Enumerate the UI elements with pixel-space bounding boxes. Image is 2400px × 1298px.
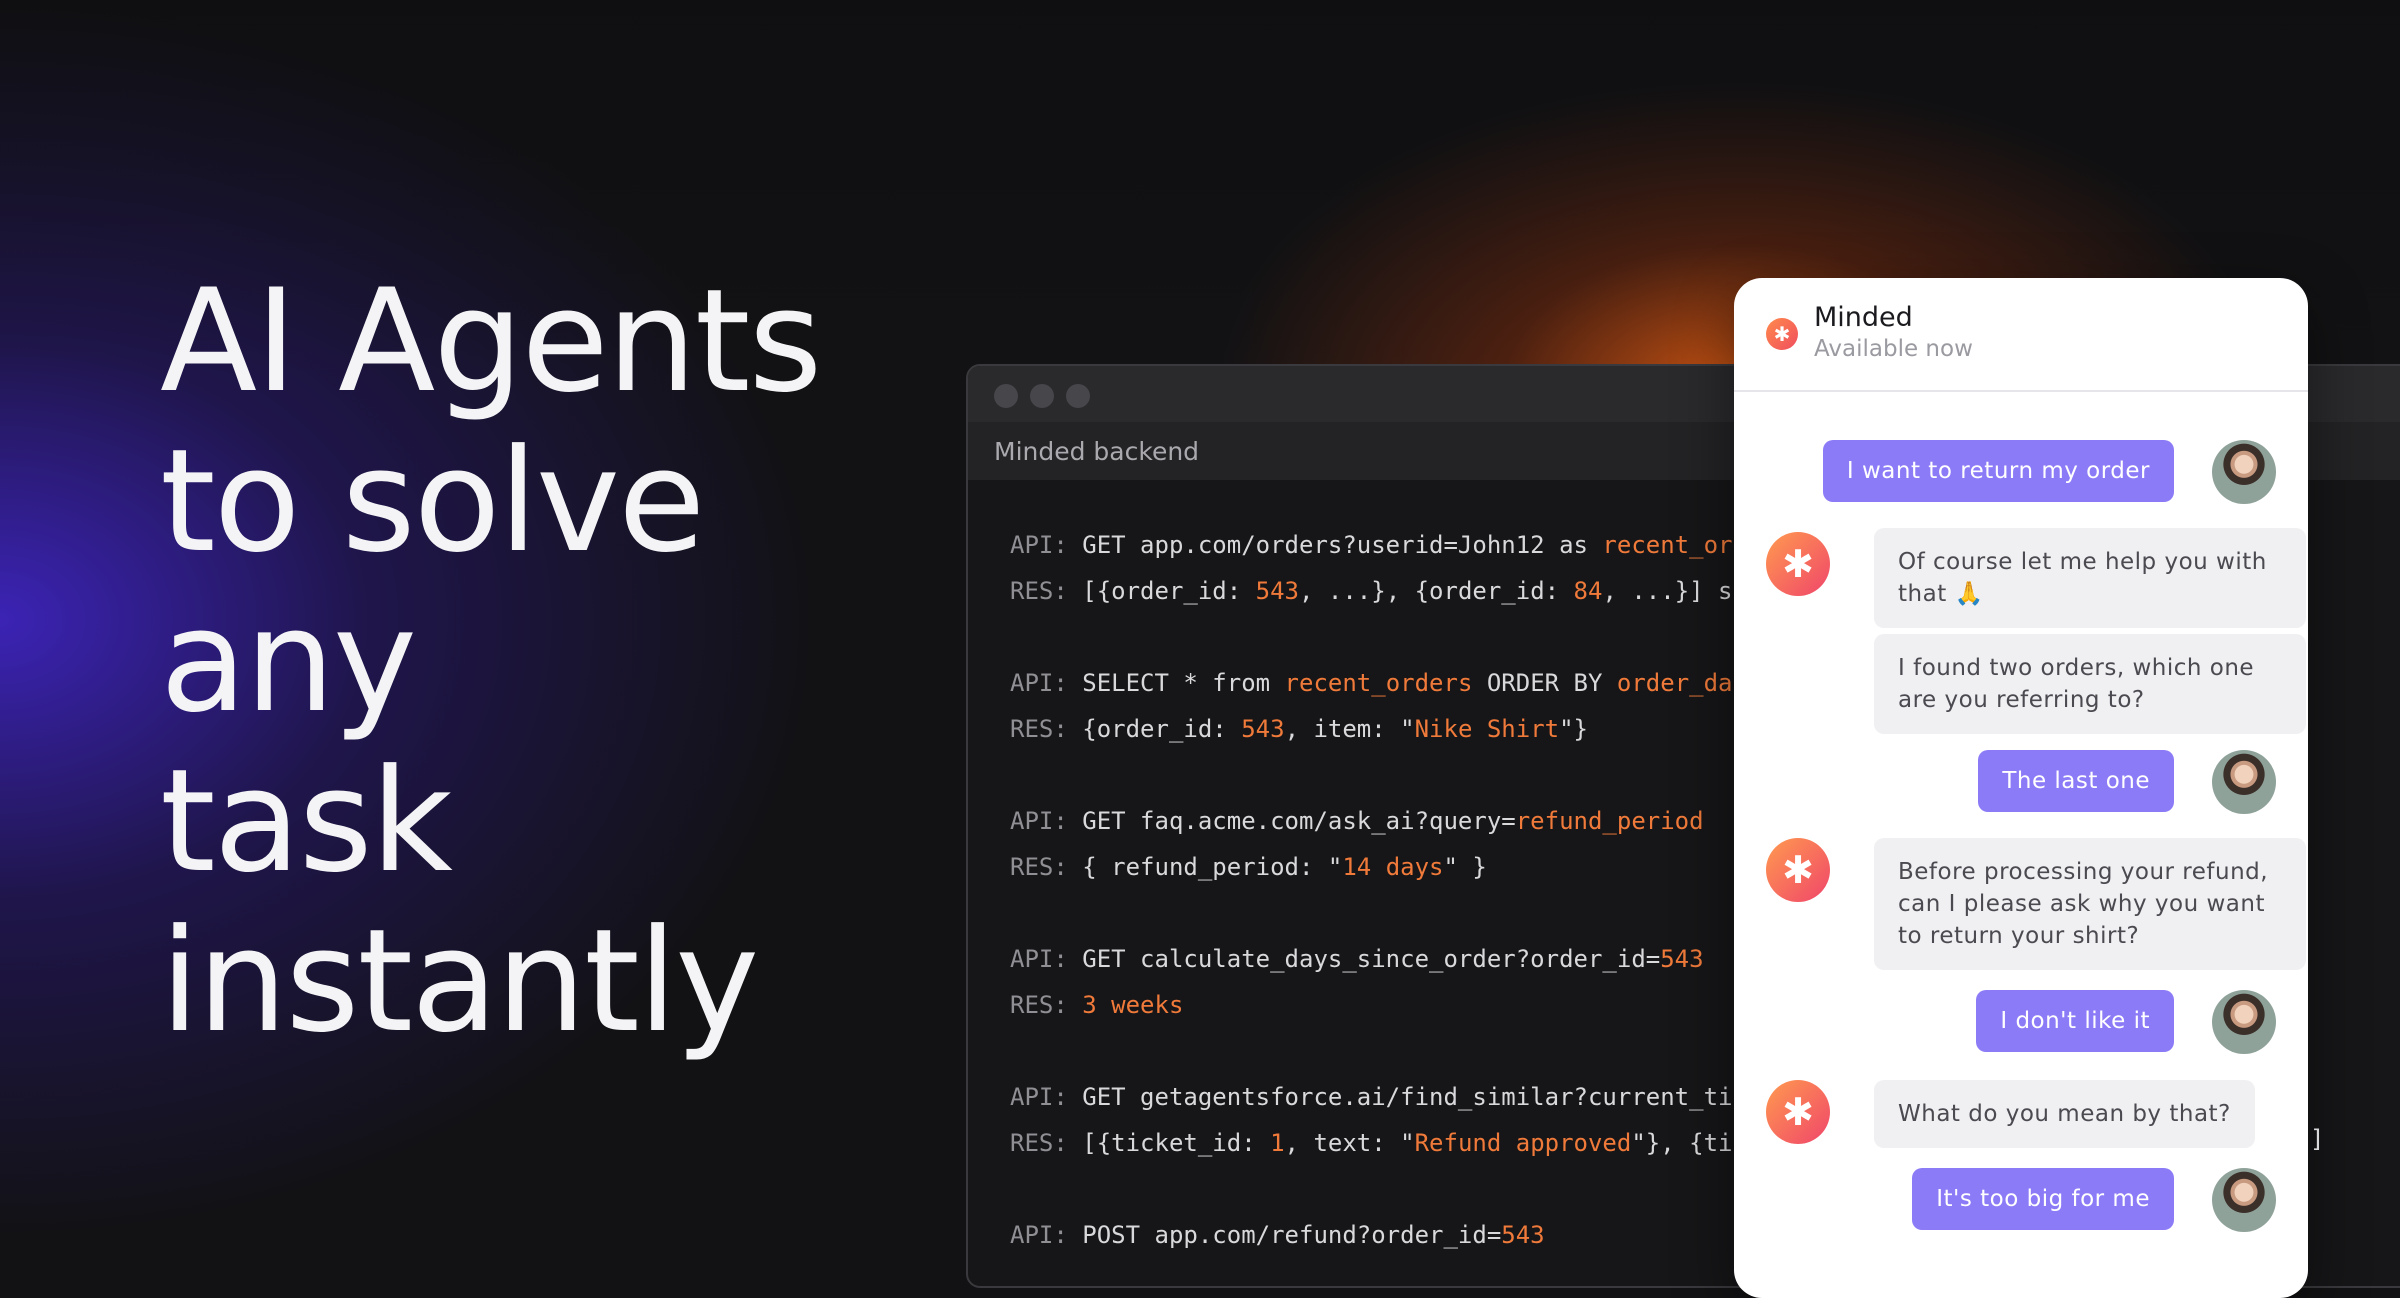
code-text: , ...}] sa — [1602, 577, 1747, 605]
code-highlight: 14 days — [1342, 853, 1444, 881]
code-text: , ...}, {order_id: — [1299, 577, 1574, 605]
code-line: API: POST app.com/refund?order_id=543 — [1010, 1212, 1545, 1258]
bot-message: What do you mean by that? — [1874, 1080, 2255, 1148]
code-text: , item: " — [1284, 715, 1415, 743]
code-highlight: Nike Shirt — [1414, 715, 1560, 743]
terminal-title: Minded backend — [994, 436, 1200, 466]
chat-widget: ✱ Minded Available now I want to return … — [1734, 278, 2308, 1298]
code-prefix: RES: — [1010, 1129, 1083, 1157]
code-highlight: 3 weeks — [1082, 991, 1184, 1019]
code-prefix: API: — [1010, 807, 1083, 835]
code-text: GET app.com/orders?userid=John12 as — [1082, 531, 1603, 559]
code-prefix: RES: — [1010, 853, 1083, 881]
code-line: API: GET getagentsforce.ai/find_similar?… — [1010, 1074, 1790, 1120]
code-line: API: SELECT * from recent_orders ORDER B… — [1010, 660, 1761, 706]
code-text: "} — [1559, 715, 1589, 743]
headline: AI Agents to solve any task instantly — [160, 259, 822, 1064]
asterisk-logo-icon: ✱ — [1766, 318, 1798, 350]
user-message: I want to return my order — [1822, 440, 2174, 502]
code-text: { refund_period: " — [1082, 853, 1343, 881]
code-highlight: 1 — [1270, 1129, 1285, 1157]
code-line: API: GET app.com/orders?userid=John12 as… — [1010, 522, 1790, 568]
user-message: I don't like it — [1976, 990, 2174, 1052]
code-text: [{ticket_id: — [1082, 1129, 1271, 1157]
code-highlight: 84 — [1573, 577, 1603, 605]
user-message: The last one — [1978, 750, 2174, 812]
code-text: " } — [1443, 853, 1487, 881]
code-line: RES: [{ticket_id: 1, text: "Refund appro… — [1010, 1120, 1790, 1166]
minimize-window-dot-icon[interactable] — [1030, 384, 1054, 408]
headline-line: instantly — [160, 899, 759, 1064]
code-prefix: API: — [1010, 531, 1083, 559]
code-text: {order_id: — [1082, 715, 1242, 743]
bot-message: Before processing your refund, can I ple… — [1874, 838, 2306, 970]
code-highlight: 543 — [1255, 577, 1299, 605]
bot-avatar: ✱ — [1766, 532, 1830, 596]
code-prefix: API: — [1010, 1221, 1083, 1249]
code-highlight: 543 — [1501, 1221, 1545, 1249]
chat-agent-status: Available now — [1814, 336, 1973, 362]
chat-header: ✱ Minded Available now — [1734, 278, 2308, 392]
user-message: It's too big for me — [1912, 1168, 2174, 1230]
code-text: SELECT * from — [1082, 669, 1285, 697]
code-line: RES: { refund_period: "14 days" } — [1010, 844, 1487, 890]
code-prefix: RES: — [1010, 715, 1083, 743]
code-text: GET calculate_days_since_order?order_id= — [1082, 945, 1661, 973]
user-avatar — [2212, 440, 2276, 504]
chat-agent-name: Minded — [1814, 302, 1913, 333]
code-text: , text: " — [1284, 1129, 1415, 1157]
code-text: GET faq.acme.com/ask_ai?query= — [1082, 807, 1516, 835]
code-highlight: 543 — [1241, 715, 1285, 743]
headline-line: to solve — [160, 419, 705, 584]
code-line: RES: {order_id: 543, item: "Nike Shirt"} — [1010, 706, 1588, 752]
user-avatar — [2212, 750, 2276, 814]
bot-message: Of course let me help you with that 🙏 — [1874, 528, 2306, 628]
code-text: ORDER BY — [1472, 669, 1617, 697]
user-avatar — [2212, 1168, 2276, 1232]
headline-line: any — [160, 579, 417, 744]
headline-line: AI Agents — [160, 259, 822, 424]
bot-message: I found two orders, which one are you re… — [1874, 634, 2306, 734]
terminal-trailing-bracket: ] — [2310, 1125, 2325, 1153]
code-prefix: RES: — [1010, 991, 1083, 1019]
bot-avatar: ✱ — [1766, 838, 1830, 902]
code-line: API: GET calculate_days_since_order?orde… — [1010, 936, 1704, 982]
user-avatar — [2212, 990, 2276, 1054]
close-window-dot-icon[interactable] — [994, 384, 1018, 408]
code-text: [{order_id: — [1082, 577, 1256, 605]
headline-line: task — [160, 739, 453, 904]
maximize-window-dot-icon[interactable] — [1066, 384, 1090, 408]
code-prefix: API: — [1010, 945, 1083, 973]
code-line: RES: [{order_id: 543, ...}, {order_id: 8… — [1010, 568, 1747, 614]
code-highlight: 543 — [1660, 945, 1704, 973]
code-text: GET getagentsforce.ai/find_similar?curre… — [1082, 1083, 1791, 1111]
code-prefix: API: — [1010, 669, 1083, 697]
code-prefix: API: — [1010, 1083, 1083, 1111]
code-prefix: RES: — [1010, 577, 1083, 605]
code-highlight: Refund approved — [1414, 1129, 1632, 1157]
code-line: RES: 3 weeks — [1010, 982, 1183, 1028]
code-highlight: refund_period — [1515, 807, 1704, 835]
code-highlight: recent_orders — [1284, 669, 1473, 697]
code-text: POST app.com/refund?order_id= — [1082, 1221, 1502, 1249]
bot-avatar: ✱ — [1766, 1080, 1830, 1144]
code-line: API: GET faq.acme.com/ask_ai?query=refun… — [1010, 798, 1704, 844]
